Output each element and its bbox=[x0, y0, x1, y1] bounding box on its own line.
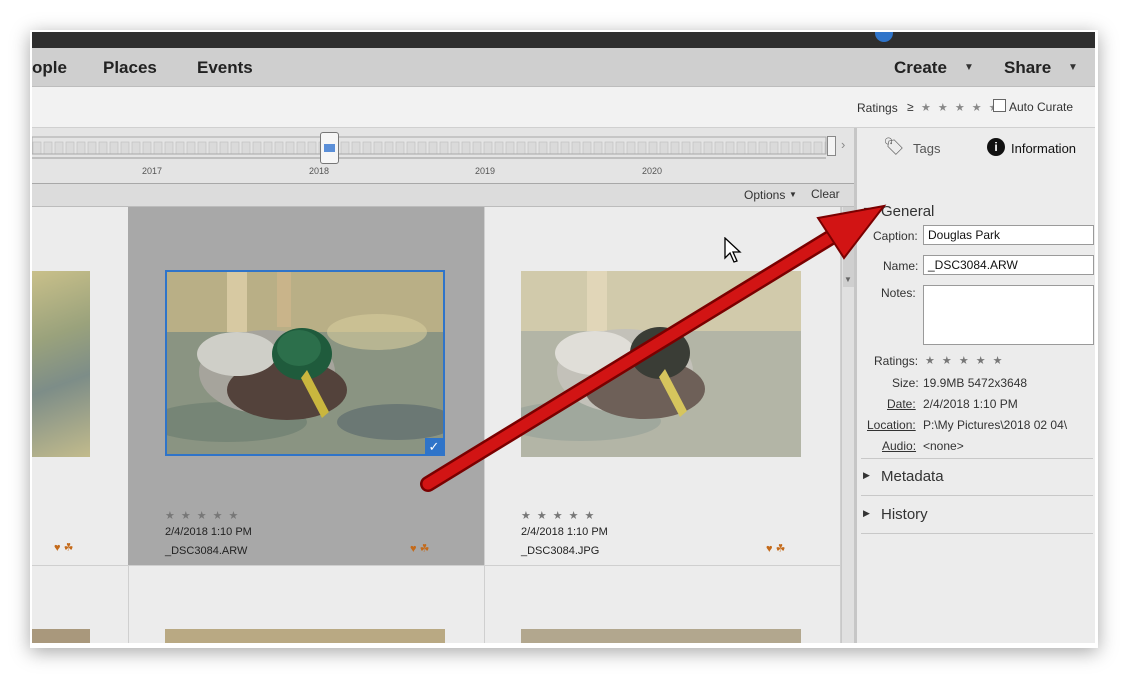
red-arrow-annotation bbox=[420, 204, 887, 492]
